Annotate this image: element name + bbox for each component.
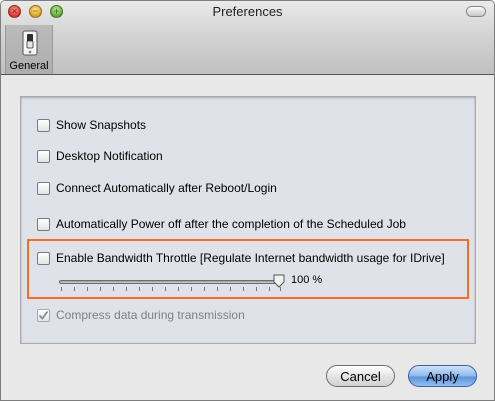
option-label: Compress data during transmission [56, 308, 245, 322]
bandwidth-throttle-checkbox[interactable] [37, 251, 50, 265]
connect-automatically-checkbox[interactable] [37, 181, 50, 195]
bandwidth-value-label: 100 % [291, 274, 323, 286]
preferences-window: × − + Preferences General Show Snapshots [0, 0, 495, 401]
window-title: Preferences [212, 4, 283, 19]
title-bar: × − + Preferences General [1, 1, 494, 75]
desktop-notification-checkbox[interactable] [37, 149, 50, 163]
cancel-button[interactable]: Cancel [326, 365, 395, 387]
option-label: Connect Automatically after Reboot/Login [56, 181, 277, 195]
general-switch-icon [22, 30, 38, 56]
option-label: Enable Bandwidth Throttle [Regulate Inte… [56, 251, 445, 265]
option-label: Desktop Notification [56, 149, 163, 163]
option-bandwidth-throttle[interactable]: Enable Bandwidth Throttle [Regulate Inte… [37, 251, 445, 265]
apply-button[interactable]: Apply [408, 365, 477, 387]
checkmark-icon [38, 310, 49, 320]
bandwidth-slider-thumb[interactable] [273, 274, 285, 288]
toolbar-item-label: General [9, 60, 49, 72]
general-options-panel: Show Snapshots Desktop Notification Conn… [20, 96, 476, 344]
compress-data-checkbox [37, 308, 50, 322]
option-compress-data: Compress data during transmission [37, 308, 245, 322]
option-label: Show Snapshots [56, 118, 147, 132]
option-desktop-notification[interactable]: Desktop Notification [37, 149, 163, 163]
bandwidth-slider-track[interactable] [59, 280, 281, 284]
auto-power-off-checkbox[interactable] [37, 217, 50, 231]
option-label: Automatically Power off after the comple… [56, 217, 406, 231]
option-connect-automatically[interactable]: Connect Automatically after Reboot/Login [37, 181, 277, 195]
preferences-content: Show Snapshots Desktop Notification Conn… [1, 75, 494, 400]
option-auto-power-off[interactable]: Automatically Power off after the comple… [37, 217, 406, 231]
show-snapshots-checkbox[interactable] [37, 118, 50, 132]
toolbar-toggle-button[interactable] [466, 6, 486, 17]
toolbar-item-general[interactable]: General [5, 25, 53, 74]
bandwidth-slider-ticks [61, 287, 281, 291]
option-show-snapshots[interactable]: Show Snapshots [37, 118, 146, 132]
